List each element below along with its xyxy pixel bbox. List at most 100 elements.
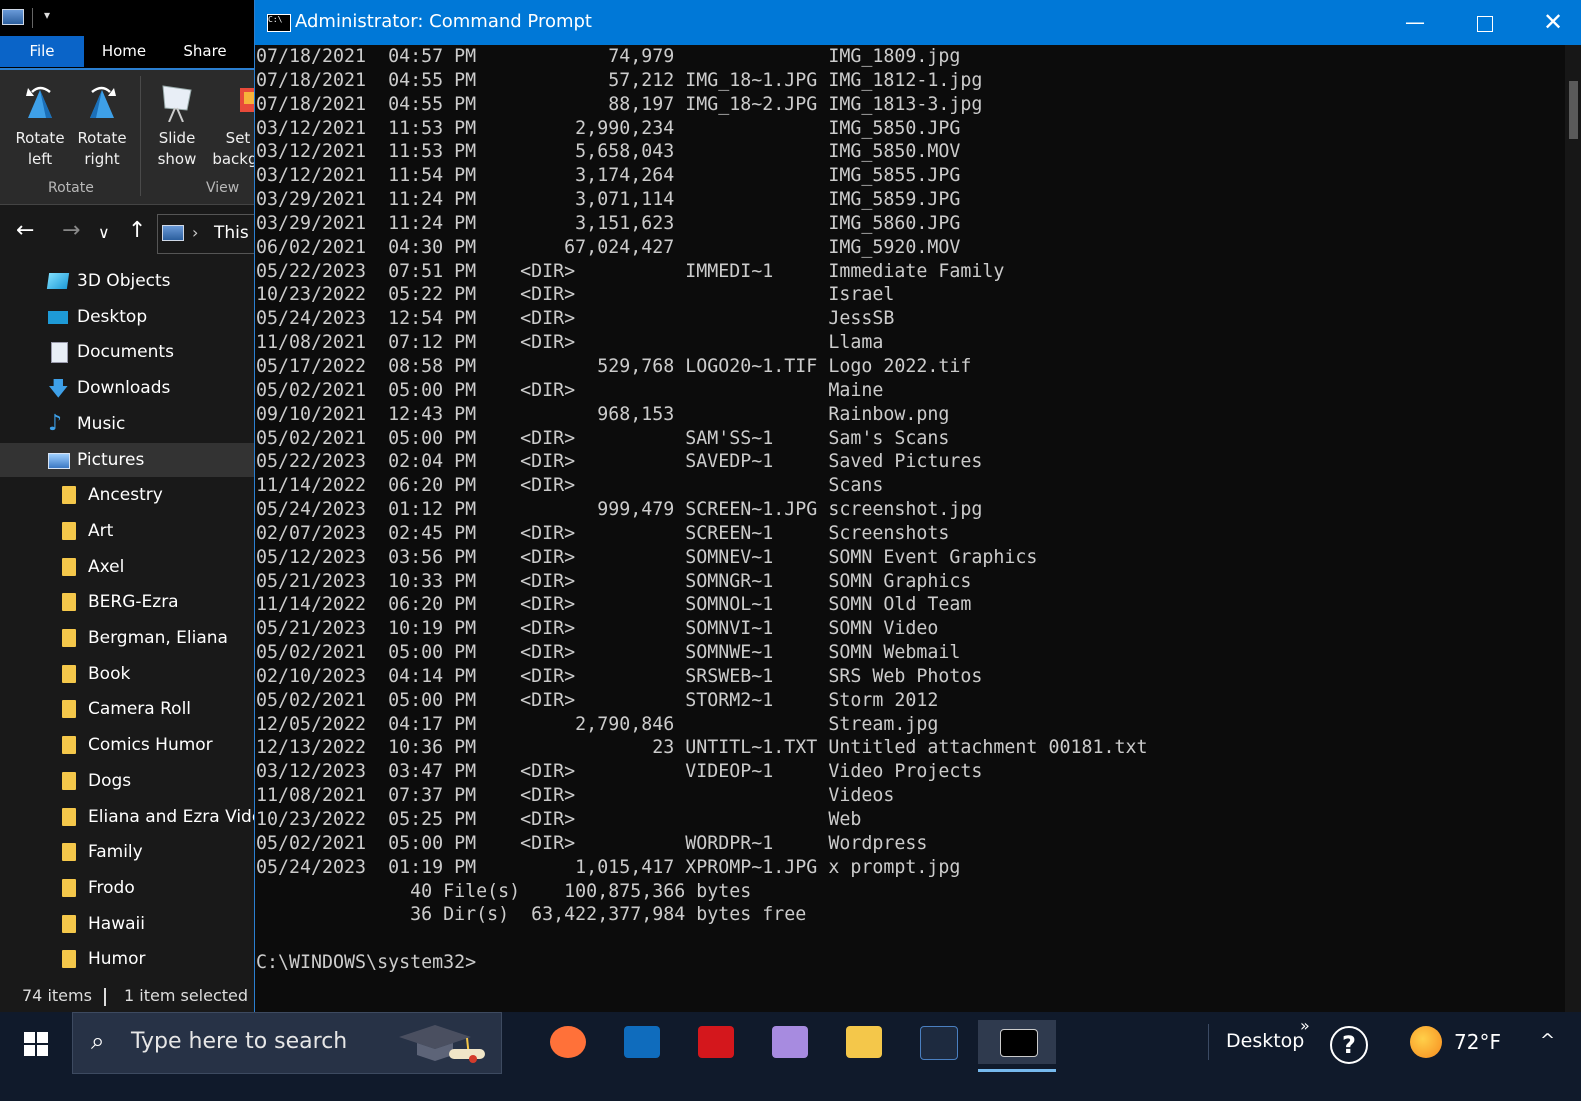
- slide-show-icon: [162, 85, 192, 122]
- maximize-button[interactable]: [1451, 0, 1519, 45]
- address-bar[interactable]: › This P: [157, 214, 256, 254]
- tree-item[interactable]: BERG-Ezra: [0, 585, 256, 619]
- tree-item-label: Desktop: [77, 306, 148, 327]
- tree-item-label: Pictures: [77, 449, 145, 470]
- tree-item[interactable]: Frodo: [0, 871, 256, 905]
- show-hidden-icons-chevron-icon[interactable]: ^: [1540, 1030, 1555, 1051]
- slide-show-button[interactable]: Slide show: [146, 78, 208, 170]
- folder-icon: [62, 878, 76, 897]
- tree-item[interactable]: Comics Humor: [0, 728, 256, 762]
- tab-home[interactable]: Home: [84, 36, 164, 67]
- toolbar-overflow-icon[interactable]: »: [1300, 1016, 1310, 1035]
- weather-sun-icon[interactable]: [1410, 1026, 1442, 1058]
- set-background-label-1: Set: [225, 129, 251, 147]
- up-arrow-icon[interactable]: ↑: [128, 218, 146, 243]
- breadcrumb-chevron-icon[interactable]: ›: [192, 223, 198, 242]
- tree-item-label: Downloads: [77, 378, 171, 399]
- tree-item-label: Humor: [88, 949, 146, 970]
- tree-item[interactable]: Dogs: [0, 764, 256, 798]
- console-line: 05/02/2021 05:00 PM <DIR> WORDPR~1 Wordp…: [256, 832, 928, 854]
- folder-icon: [62, 843, 76, 862]
- command-prompt-window: C:\ Administrator: Command Prompt — ✕ 07…: [254, 0, 1581, 1022]
- console-line: 06/02/2021 04:30 PM 67,024,427 IMG_5920.…: [256, 236, 961, 258]
- taskbar-app-button[interactable]: [692, 1020, 740, 1064]
- tree-item[interactable]: Pictures: [0, 442, 256, 477]
- tree-item[interactable]: Family: [0, 835, 256, 869]
- minimize-button[interactable]: —: [1381, 0, 1449, 45]
- tree-item[interactable]: Eliana and Ezra Video: [0, 800, 256, 834]
- rotate-left-label-2: left: [27, 150, 53, 168]
- tree-item[interactable]: Ancestry: [0, 478, 256, 512]
- windows-logo-icon: [24, 1032, 48, 1056]
- slide-show-label-1: Slide: [158, 129, 196, 147]
- tree-item[interactable]: Book: [0, 657, 256, 691]
- tree-item[interactable]: 🡇 Downloads: [0, 371, 256, 405]
- folder-icon: [62, 557, 76, 576]
- console-line: C:\WINDOWS\system32>: [256, 952, 477, 974]
- navigation-pane-tree: 3D Objects Desktop Documents 🡇 Downloads ♪ Mus…: [0, 264, 256, 976]
- tree-item[interactable]: Hawaii: [0, 907, 256, 941]
- taskbar-app-button[interactable]: [840, 1020, 888, 1064]
- ribbon-group-view-label: View: [206, 180, 240, 196]
- taskbar-app-button[interactable]: [766, 1020, 814, 1064]
- tree-item[interactable]: ♪ Music: [0, 407, 256, 441]
- console-output[interactable]: 07/18/2021 04:57 PM 74,979 IMG_1809.jpg 0…: [255, 45, 1565, 1022]
- outlook-icon: [624, 1026, 660, 1058]
- console-line: 12/13/2022 10:36 PM 23 UNTITL~1.TXT Unti…: [256, 737, 1148, 759]
- rotate-left-button[interactable]: Rotate left: [10, 78, 70, 170]
- console-line: 05/21/2023 10:19 PM <DIR> SOMNVI~1 SOMN …: [256, 618, 939, 640]
- documents-icon: [51, 342, 68, 364]
- rotate-right-button[interactable]: Rotate right: [72, 78, 132, 170]
- start-button[interactable]: [0, 1012, 72, 1101]
- tree-item[interactable]: 3D Objects: [0, 264, 256, 298]
- pictures-icon: [48, 452, 70, 469]
- tree-item[interactable]: Humor: [0, 942, 256, 976]
- tree-item-label: Axel: [88, 556, 125, 577]
- console-scrollbar[interactable]: [1565, 45, 1581, 1022]
- tree-item[interactable]: Desktop: [0, 300, 256, 334]
- tab-share[interactable]: Share: [164, 36, 246, 67]
- tree-item-label: Eliana and Ezra Video: [88, 806, 256, 827]
- acrobat-icon: [698, 1026, 734, 1058]
- tree-item-label: Camera Roll: [88, 699, 192, 720]
- rotate-left-icon: [26, 86, 52, 118]
- tree-item[interactable]: Art: [0, 514, 256, 548]
- console-line: 05/22/2023 02:04 PM <DIR> SAVEDP~1 Saved…: [256, 451, 983, 473]
- scrollbar-thumb[interactable]: [1569, 81, 1578, 139]
- weather-temperature[interactable]: 72°F: [1454, 1030, 1501, 1054]
- console-line: 03/29/2021 11:24 PM 3,151,623 IMG_5860.J…: [256, 212, 961, 234]
- quick-access-chevron-icon[interactable]: ▾: [44, 8, 50, 22]
- tree-item[interactable]: Documents: [0, 335, 256, 369]
- console-line: 05/02/2021 05:00 PM <DIR> SAM'SS~1 Sam's…: [256, 427, 950, 449]
- tree-item[interactable]: Camera Roll: [0, 692, 256, 726]
- set-background-label-2: backgr: [212, 150, 256, 168]
- slide-show-label-2: show: [157, 150, 197, 168]
- rotate-left-label-1: Rotate: [15, 129, 65, 147]
- breadcrumb-this-pc[interactable]: This P: [214, 223, 256, 243]
- desktop-toolbar-label[interactable]: Desktop: [1226, 1030, 1304, 1052]
- tree-item-label: Hawaii: [88, 913, 145, 934]
- status-bar: 74 items 1 item selected: [0, 976, 256, 1016]
- folder-icon: [62, 664, 76, 683]
- search-box[interactable]: ⌕ Type here to search: [72, 1012, 502, 1074]
- ribbon-group-divider: [140, 76, 141, 196]
- taskbar-app-button[interactable]: [914, 1020, 962, 1064]
- command-prompt-icon: [1000, 1029, 1038, 1057]
- folder-icon: [62, 593, 76, 612]
- back-arrow-icon[interactable]: ←: [16, 218, 34, 243]
- taskbar-app-button[interactable]: [618, 1020, 666, 1064]
- cmd-titlebar[interactable]: C:\ Administrator: Command Prompt — ✕: [255, 0, 1581, 45]
- forward-arrow-icon[interactable]: →: [62, 218, 80, 243]
- taskbar-app-button[interactable]: [978, 1020, 1056, 1072]
- this-pc-icon: [162, 225, 184, 241]
- console-line: 02/10/2023 04:14 PM <DIR> SRSWEB~1 SRS W…: [256, 665, 983, 687]
- set-background-button[interactable]: Set backgr: [208, 78, 256, 170]
- tree-item[interactable]: Bergman, Eliana: [0, 621, 256, 655]
- recent-locations-chevron-icon[interactable]: ∨: [98, 223, 110, 242]
- taskbar: ⌕ Type here to search Desktop » ? 72°F ^: [0, 1012, 1581, 1101]
- taskbar-app-button[interactable]: [544, 1020, 592, 1064]
- close-button[interactable]: ✕: [1519, 0, 1581, 45]
- tree-item[interactable]: Axel: [0, 550, 256, 584]
- help-icon[interactable]: ?: [1330, 1026, 1368, 1064]
- tab-file[interactable]: File: [0, 36, 84, 67]
